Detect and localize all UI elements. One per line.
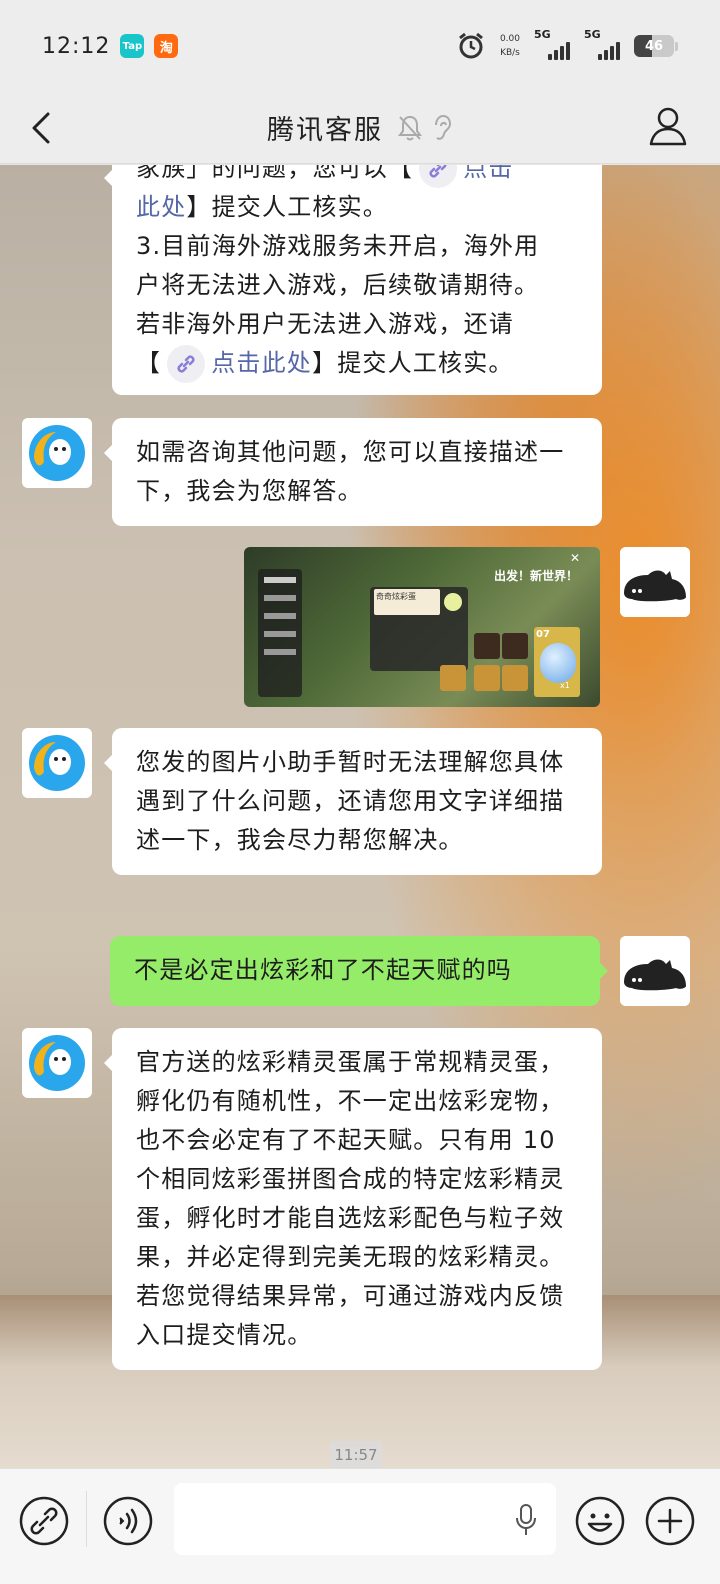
link-button-icon[interactable]	[18, 1495, 70, 1547]
close-icon: ✕	[570, 551, 581, 565]
service-avatar[interactable]	[22, 1028, 92, 1098]
message-text: 如需咨询其他问题，您可以直接描述一下，我会为您解答。	[136, 438, 565, 505]
status-time: 12:12	[42, 33, 111, 59]
link-icon	[419, 165, 458, 188]
signal-label: 5G	[534, 28, 551, 41]
message-text: 您发的图片小助手暂时无法理解您具体遇到了什么问题，还请您用文字详细描述一下，我会…	[136, 748, 565, 854]
battery-level: 46	[644, 38, 664, 54]
message-link[interactable]: 此处	[136, 193, 186, 221]
black-cat-avatar-icon	[620, 936, 690, 1006]
message-timestamp: 11:57	[330, 1441, 382, 1468]
service-avatar[interactable]	[22, 418, 92, 488]
qq-service-logo-icon	[29, 735, 85, 791]
message-bubble[interactable]: 家族」的问题，您可以【 点击 此处】提交人工核实。 3.目前海外游戏服务未开启，海…	[104, 165, 602, 395]
taptap-app-icon: Tap	[120, 34, 145, 58]
qq-service-logo-icon	[29, 425, 85, 481]
message-text: 【	[136, 349, 162, 377]
message-text: 户将无法进入游戏，后续敬请期待。	[136, 271, 540, 299]
microphone-icon[interactable]	[514, 1503, 538, 1537]
taobao-app-icon: 淘	[154, 34, 179, 58]
plus-icon[interactable]	[644, 1495, 696, 1547]
sent-image[interactable]: 奇奇炫彩蛋 出发！新世界！ 07 x1 ✕	[244, 547, 600, 707]
signal-label: 5G	[584, 28, 601, 41]
voice-button-icon[interactable]	[102, 1495, 154, 1547]
divider	[86, 1491, 87, 1547]
screenshot-card-title: 奇奇炫彩蛋	[374, 589, 440, 615]
battery-icon: 46	[634, 35, 678, 57]
back-arrow-icon[interactable]	[22, 106, 66, 150]
message-link[interactable]: 点击	[463, 165, 513, 182]
screenshot-card-multiplier: x1	[560, 681, 570, 690]
ear-icon	[435, 114, 452, 140]
page-title: 腾讯客服	[267, 115, 383, 146]
message-text: 】提交人工核实。	[312, 349, 514, 377]
link-icon	[167, 345, 206, 383]
screenshot-banner: 出发！新世界！	[494, 569, 579, 583]
chat-header: 腾讯客服	[0, 92, 720, 164]
emoji-icon[interactable]	[574, 1495, 626, 1547]
message-text: 】提交人工核实。	[186, 193, 389, 221]
message-input[interactable]	[174, 1483, 556, 1555]
net-speed-unit: KB/s	[500, 48, 520, 58]
chat-area[interactable]: 家族」的问题，您可以【 点击 此处】提交人工核实。 3.目前海外游戏服务未开启，海…	[0, 165, 720, 1468]
profile-icon[interactable]	[644, 102, 692, 150]
service-avatar[interactable]	[22, 728, 92, 798]
net-speed-value: 0.00	[499, 34, 520, 44]
qq-service-logo-icon	[29, 1035, 85, 1091]
message-bubble[interactable]: 官方送的炫彩精灵蛋属于常规精灵蛋，孵化仍有随机性，不一定出炫彩宠物，也不会必定有…	[104, 1028, 602, 1370]
message-text: 3.目前海外游戏服务未开启，海外用	[136, 232, 540, 260]
message-bubble-self[interactable]: 不是必定出炫彩和了不起天赋的吗	[110, 936, 608, 1006]
mute-bell-icon	[398, 115, 422, 140]
user-avatar[interactable]	[620, 547, 690, 617]
alarm-icon	[459, 32, 483, 59]
message-bubble[interactable]: 如需咨询其他问题，您可以直接描述一下，我会为您解答。	[104, 418, 602, 526]
input-bar	[0, 1468, 720, 1584]
signal-icon: 5G	[534, 28, 570, 60]
net-speed: 0.00 KB/s	[500, 32, 520, 60]
message-text: 家族」的问题，您可以【	[136, 165, 414, 182]
message-text: 不是必定出炫彩和了不起天赋的吗	[134, 956, 512, 984]
message-link[interactable]: 点击此处	[211, 349, 312, 377]
black-cat-avatar-icon	[620, 547, 690, 617]
signal-icon: 5G	[584, 28, 620, 60]
message-text: 官方送的炫彩精灵蛋属于常规精灵蛋，孵化仍有随机性，不一定出炫彩宠物，也不会必定有…	[136, 1048, 565, 1349]
message-bubble[interactable]: 您发的图片小助手暂时无法理解您具体遇到了什么问题，还请您用文字详细描述一下，我会…	[104, 728, 602, 875]
message-text: 若非海外用户无法进入游戏，还请	[136, 310, 514, 338]
status-bar: 12:12 Tap 淘 0.00 KB/s 5G 5G 46	[0, 0, 720, 92]
screenshot-card-count: 07	[536, 629, 550, 640]
user-avatar[interactable]	[620, 936, 690, 1006]
